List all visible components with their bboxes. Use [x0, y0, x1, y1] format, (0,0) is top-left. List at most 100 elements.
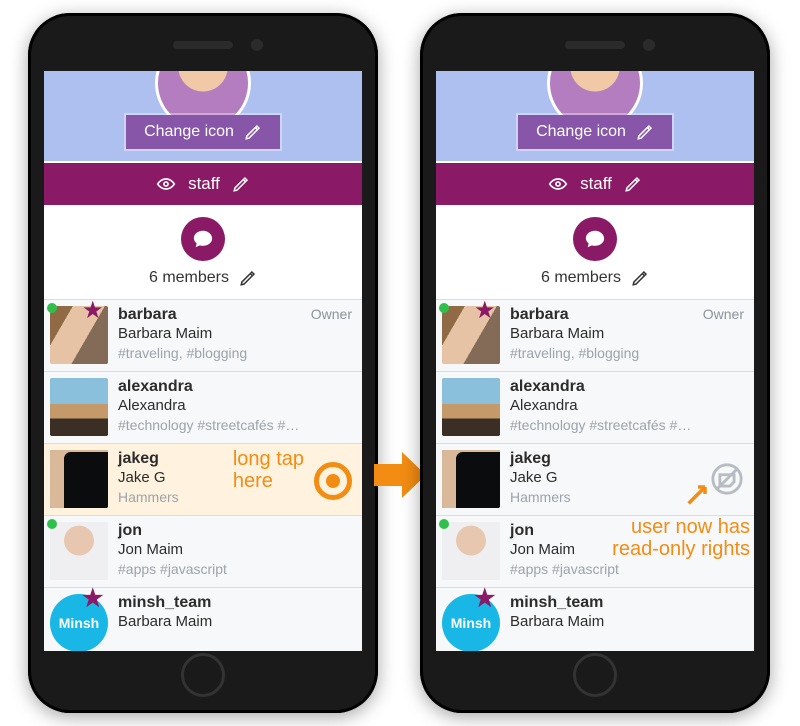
eye-icon [548, 174, 568, 194]
change-icon-button[interactable]: Change icon [518, 115, 672, 149]
screen-before: Change icon staff [44, 71, 362, 651]
avatar [50, 450, 108, 508]
avatar: ★ Minsh [50, 594, 108, 651]
eye-icon [156, 174, 176, 194]
phone-before: Change icon staff [28, 13, 378, 713]
username: jon [510, 522, 746, 540]
member-text: minsh_team Barbara Maim [118, 594, 354, 630]
member-text: alexandra Alexandra #technology #streetc… [118, 378, 354, 433]
member-row-alexandra[interactable]: alexandra Alexandra #technology #streetc… [436, 372, 754, 444]
pencil-icon [631, 269, 649, 287]
hero-area: Change icon [436, 71, 754, 161]
online-dot-icon [47, 303, 57, 313]
comparison-stage: Change icon staff [0, 0, 800, 726]
avatar [50, 378, 108, 436]
fullname: Alexandra [510, 397, 746, 414]
fullname: Jon Maim [118, 541, 354, 558]
change-icon-label: Change icon [536, 123, 626, 141]
chat-button[interactable] [181, 217, 225, 261]
role-label: Owner [311, 306, 352, 322]
pencil-icon [624, 175, 642, 193]
fullname: Barbara Maim [118, 613, 354, 630]
member-row-barbara[interactable]: ★ barbara Barbara Maim #traveling, #blog… [436, 300, 754, 372]
hero-area: Change icon [44, 71, 362, 161]
online-dot-icon [47, 519, 57, 529]
phone-home-button[interactable] [181, 653, 225, 697]
online-dot-icon [439, 303, 449, 313]
username: minsh_team [510, 594, 746, 612]
avatar: ★ [50, 306, 108, 364]
member-list: ★ barbara Barbara Maim #traveling, #blog… [44, 300, 362, 651]
member-row-minsh[interactable]: ★ Minsh minsh_team Barbara Maim [44, 588, 362, 651]
role-label: Owner [703, 306, 744, 322]
star-icon: ★ [474, 584, 496, 613]
tags: #technology #streetcafés #… [510, 417, 746, 433]
chat-button[interactable] [573, 217, 617, 261]
tags: #traveling, #blogging [118, 345, 354, 361]
avatar [442, 378, 500, 436]
pencil-icon [232, 175, 250, 193]
change-icon-button[interactable]: Change icon [126, 115, 280, 149]
phone-sensor [643, 39, 655, 51]
fullname: Alexandra [118, 397, 354, 414]
fullname: Jon Maim [510, 541, 746, 558]
tags: #apps #javascript [118, 561, 354, 577]
star-icon: ★ [474, 296, 496, 325]
tags: #traveling, #blogging [510, 345, 746, 361]
members-count-row[interactable]: 6 members [541, 269, 649, 287]
pencil-icon [239, 269, 257, 287]
member-row-jakeg[interactable]: jakeg Jake G Hammers long tap here [44, 444, 362, 516]
username: jakeg [118, 450, 354, 468]
member-list: ★ barbara Barbara Maim #traveling, #blog… [436, 300, 754, 651]
screen-after: Change icon staff [436, 71, 754, 651]
username: alexandra [510, 378, 746, 396]
member-row-barbara[interactable]: ★ barbara Barbara Maim #traveling, #blog… [44, 300, 362, 372]
change-icon-label: Change icon [144, 123, 234, 141]
phone-earpiece [565, 41, 625, 49]
chat-icon [192, 228, 214, 250]
username: jon [118, 522, 354, 540]
tags: #apps #javascript [510, 561, 746, 577]
fullname: Barbara Maim [510, 325, 746, 342]
avatar [50, 522, 108, 580]
avatar [442, 522, 500, 580]
member-row-minsh[interactable]: ★ Minsh minsh_team Barbara Maim [436, 588, 754, 651]
avatar: ★ Minsh [442, 594, 500, 651]
fullname: Barbara Maim [510, 613, 746, 630]
member-text: alexandra Alexandra #technology #streetc… [510, 378, 746, 433]
member-text: jon Jon Maim #apps #javascript [510, 522, 746, 577]
members-count-row[interactable]: 6 members [149, 269, 257, 287]
star-icon: ★ [82, 584, 104, 613]
star-icon: ★ [82, 296, 104, 325]
transition-arrow-icon [374, 452, 426, 503]
minsh-logo-text: Minsh [59, 615, 99, 631]
read-only-icon [710, 462, 744, 496]
phone-home-button[interactable] [573, 653, 617, 697]
group-name: staff [580, 174, 612, 194]
member-row-alexandra[interactable]: alexandra Alexandra #technology #streetc… [44, 372, 362, 444]
phone-sensor [251, 39, 263, 51]
summary-block: 6 members [436, 205, 754, 300]
summary-block: 6 members [44, 205, 362, 300]
member-row-jon[interactable]: jon Jon Maim #apps #javascript user now … [436, 516, 754, 588]
avatar: ★ [442, 306, 500, 364]
member-row-jakeg[interactable]: jakeg Jake G Hammers [436, 444, 754, 516]
group-name-bar[interactable]: staff [436, 161, 754, 205]
minsh-logo-text: Minsh [451, 615, 491, 631]
members-count: 6 members [541, 269, 621, 287]
avatar [442, 450, 500, 508]
chat-icon [584, 228, 606, 250]
member-row-jon[interactable]: jon Jon Maim #apps #javascript [44, 516, 362, 588]
username: minsh_team [118, 594, 354, 612]
online-dot-icon [439, 519, 449, 529]
members-count: 6 members [149, 269, 229, 287]
tap-gesture-icon [314, 462, 352, 500]
phone-earpiece [173, 41, 233, 49]
pencil-icon [244, 123, 262, 141]
phone-after: Change icon staff [420, 13, 770, 713]
group-name-bar[interactable]: staff [44, 161, 362, 205]
pencil-icon [636, 123, 654, 141]
username: alexandra [118, 378, 354, 396]
fullname: Barbara Maim [118, 325, 354, 342]
member-text: jon Jon Maim #apps #javascript [118, 522, 354, 577]
